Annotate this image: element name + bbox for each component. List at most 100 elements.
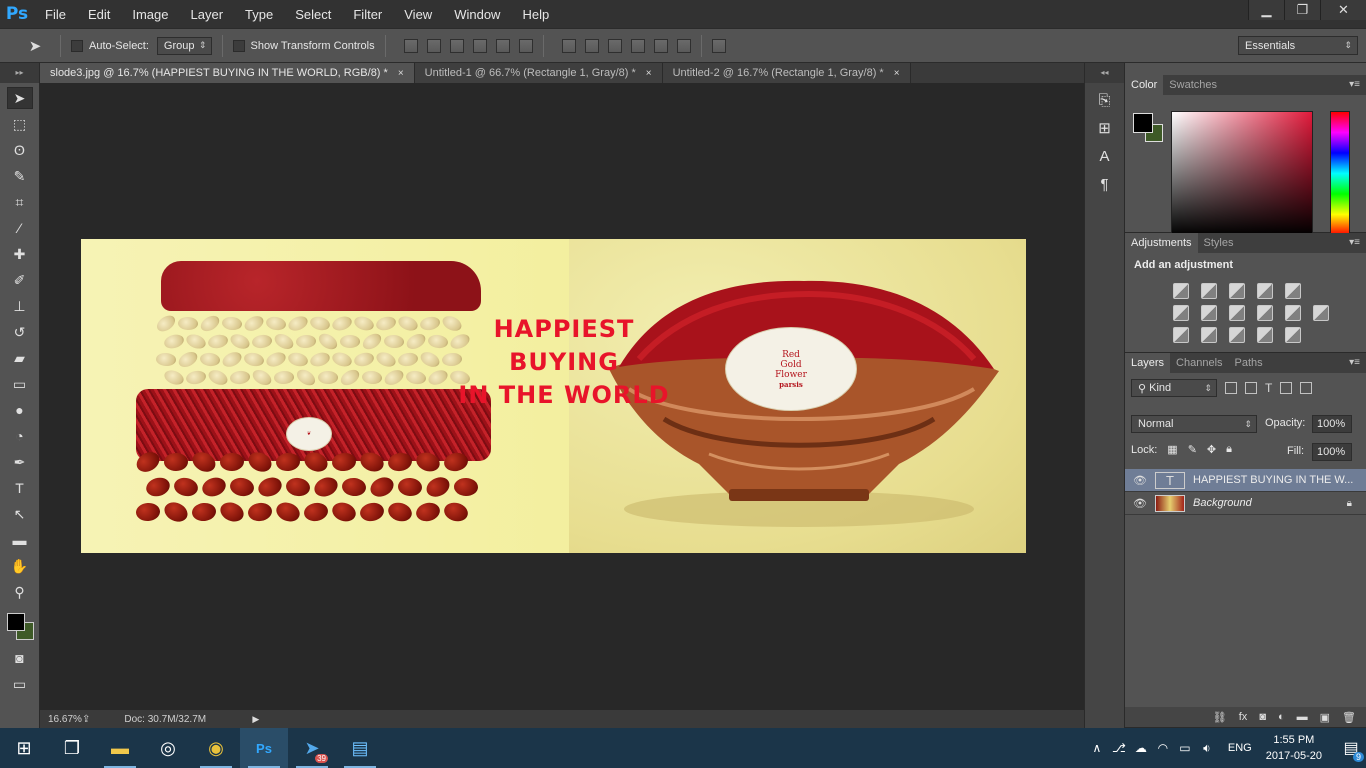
action-center-icon[interactable]: ▤ 9 [1336, 738, 1366, 762]
visibility-eye-icon[interactable]: 👁︎ [1125, 474, 1155, 487]
new-group-icon[interactable]: ▬ [1297, 711, 1308, 723]
lock-image-icon[interactable]: ✎ [1188, 443, 1197, 456]
threshold-icon[interactable] [1229, 327, 1245, 343]
file-explorer-icon[interactable]: ▬ [96, 728, 144, 768]
show-hidden-icons-icon[interactable]: ∧ [1086, 741, 1108, 755]
workspace-dropdown[interactable]: Essentials [1238, 36, 1358, 55]
gradient-map-icon[interactable] [1257, 327, 1273, 343]
task-view-icon[interactable]: ❐ [48, 728, 96, 768]
color-lookup-icon[interactable] [1313, 305, 1329, 321]
clone-stamp-tool-icon[interactable]: ⊥ [7, 295, 33, 317]
tab-adjustments[interactable]: Adjustments [1125, 233, 1198, 253]
photo-filter-icon[interactable] [1257, 305, 1273, 321]
canvas-area[interactable]: ❦ Red Gold Flower parsis HAPPIEST BUYING… [40, 83, 1084, 710]
panel-menu-icon[interactable]: ▾≡ [1349, 357, 1360, 368]
properties-panel-icon[interactable]: ⊞ [1092, 117, 1118, 139]
hue-slider[interactable] [1330, 111, 1350, 236]
posterize-icon[interactable] [1201, 327, 1217, 343]
volume-icon[interactable]: 🔉︎ [1196, 741, 1218, 756]
paragraph-panel-icon[interactable]: ¶ [1092, 173, 1118, 195]
auto-select-target-dropdown[interactable]: Group [156, 36, 212, 55]
align-top-icon[interactable] [403, 38, 418, 53]
hue-saturation-icon[interactable] [1173, 305, 1189, 321]
filter-type-icon[interactable]: T [1265, 381, 1272, 395]
quick-selection-tool-icon[interactable]: ✎ [7, 165, 33, 187]
tab-untitled-2[interactable]: Untitled-2 @ 16.7% (Rectangle 1, Gray/8)… [662, 63, 911, 83]
zoom-level[interactable]: 16.67% [40, 714, 82, 725]
healing-brush-tool-icon[interactable]: ✚ [7, 243, 33, 265]
crop-tool-icon[interactable]: ⌗ [7, 191, 33, 213]
app-window-icon[interactable]: ▤ [336, 728, 384, 768]
filter-adjustment-icon[interactable] [1245, 382, 1257, 394]
distribute-vcenter-icon[interactable] [584, 38, 599, 53]
character-panel-icon[interactable]: A [1092, 145, 1118, 167]
panel-menu-icon[interactable]: ▾≡ [1349, 237, 1360, 248]
hand-tool-icon[interactable]: ✋ [7, 555, 33, 577]
status-menu-arrow-icon[interactable]: ▶ [252, 714, 259, 725]
move-tool-preset-icon[interactable]: ➤ [20, 35, 50, 57]
network-adapter-icon[interactable]: ⎇ [1108, 741, 1130, 755]
distribute-hcenter-icon[interactable] [653, 38, 668, 53]
tab-styles[interactable]: Styles [1198, 233, 1240, 253]
menu-file[interactable]: File [34, 0, 77, 28]
align-hcenter-icon[interactable] [495, 38, 510, 53]
lasso-tool-icon[interactable]: ʘ [7, 139, 33, 161]
toolbox-grip-icon[interactable]: ▸▸ [0, 63, 39, 83]
eraser-tool-icon[interactable]: ▰ [7, 347, 33, 369]
fill-input[interactable]: 100% [1312, 443, 1352, 461]
tab-layers[interactable]: Layers [1125, 353, 1171, 373]
battery-icon[interactable]: ▭ [1174, 741, 1196, 755]
invert-icon[interactable] [1173, 327, 1189, 343]
black-white-icon[interactable] [1229, 305, 1245, 321]
levels-icon[interactable] [1201, 283, 1217, 299]
brightness-contrast-icon[interactable] [1173, 283, 1189, 299]
delete-layer-icon[interactable]: 🗑︎ [1342, 711, 1356, 724]
color-swatches[interactable] [3, 609, 37, 643]
layer-style-icon[interactable]: fx [1239, 711, 1248, 723]
opacity-input[interactable]: 100% [1312, 415, 1352, 433]
photoshop-taskbar-icon[interactable]: Ps [240, 728, 288, 768]
vibrance-icon[interactable] [1285, 283, 1301, 299]
exposure-icon[interactable] [1257, 283, 1273, 299]
minimize-button[interactable]: ▁ [1248, 0, 1284, 20]
menu-help[interactable]: Help [511, 0, 560, 28]
onedrive-icon[interactable]: ☁ [1130, 741, 1152, 755]
menu-edit[interactable]: Edit [77, 0, 121, 28]
headline-text-layer[interactable]: HAPPIEST BUYING IN THE WORLD [449, 313, 679, 412]
distribute-left-icon[interactable] [630, 38, 645, 53]
quick-mask-icon[interactable]: ◙ [7, 647, 33, 669]
wifi-icon[interactable]: ◠ [1152, 741, 1174, 755]
menu-layer[interactable]: Layer [180, 0, 235, 28]
strip-grip-icon[interactable]: ◂◂ [1085, 63, 1124, 83]
color-balance-icon[interactable] [1201, 305, 1217, 321]
app-circle-icon[interactable]: ◎ [144, 728, 192, 768]
menu-select[interactable]: Select [284, 0, 342, 28]
layer-row-text[interactable]: 👁︎ T HAPPIEST BUYING IN THE W... [1125, 469, 1366, 492]
history-brush-tool-icon[interactable]: ↺ [7, 321, 33, 343]
channel-mixer-icon[interactable] [1285, 305, 1301, 321]
chrome-icon[interactable]: ◉ [192, 728, 240, 768]
tab-channels[interactable]: Channels [1170, 353, 1228, 373]
show-transform-check-icon[interactable] [232, 39, 245, 52]
foreground-color-swatch[interactable] [6, 613, 25, 631]
align-bottom-icon[interactable] [449, 38, 464, 53]
blend-mode-dropdown[interactable]: Normal [1131, 415, 1257, 433]
selective-color-icon[interactable] [1285, 327, 1301, 343]
type-tool-icon[interactable]: T [7, 477, 33, 499]
dodge-tool-icon[interactable]: ◔ [7, 425, 33, 447]
path-selection-tool-icon[interactable]: ↖ [7, 503, 33, 525]
menu-view[interactable]: View [393, 0, 443, 28]
link-layers-icon[interactable]: ⛓ [1213, 711, 1227, 724]
layer-row-background[interactable]: 👁︎ Background 🔒︎ [1125, 492, 1366, 515]
screen-mode-icon[interactable]: ▭ [7, 673, 33, 695]
eyedropper-tool-icon[interactable]: ⁄ [7, 217, 33, 239]
history-panel-icon[interactable]: ⎘ [1092, 89, 1118, 111]
lock-position-icon[interactable]: ✥ [1207, 443, 1216, 456]
show-transform-controls-checkbox[interactable]: Show Transform Controls [232, 39, 375, 52]
brush-tool-icon[interactable]: ✐ [7, 269, 33, 291]
tab-untitled-1[interactable]: Untitled-1 @ 66.7% (Rectangle 1, Gray/8)… [414, 63, 663, 83]
align-vcenter-icon[interactable] [426, 38, 441, 53]
filter-shape-icon[interactable] [1280, 382, 1293, 394]
zoom-tool-icon[interactable]: ⚲ [7, 581, 33, 603]
panel-menu-icon[interactable]: ▾≡ [1349, 79, 1360, 90]
